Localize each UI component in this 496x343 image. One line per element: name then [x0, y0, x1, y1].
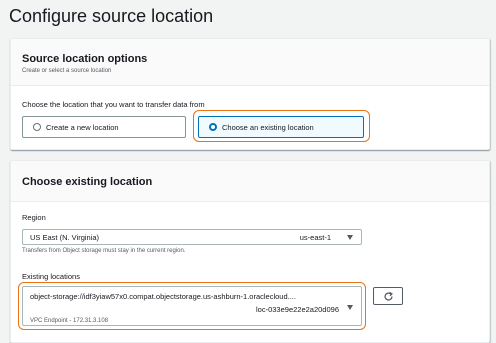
radio-unchecked-icon — [33, 123, 41, 131]
page-title: Configure source location — [9, 6, 214, 26]
vpc-endpoint: VPC Endpoint - 172.31.3.108 — [30, 318, 109, 324]
refresh-icon — [384, 291, 393, 301]
transfer-source-question: Choose the location that you want to tra… — [22, 100, 205, 109]
location-uri: object-storage://idf3yiaw57x0.compat.obj… — [30, 292, 296, 301]
caret-down-icon — [347, 305, 353, 310]
choose-existing-location-radio[interactable]: Choose an existing location — [198, 116, 364, 138]
radio-label: Choose an existing location — [222, 122, 314, 132]
caret-down-icon — [347, 235, 353, 240]
region-select[interactable]: US East (N. Virginia) us-east-1 — [22, 229, 362, 245]
radio-label: Create a new location — [46, 122, 119, 132]
panel-header: Choose existing location — [11, 161, 489, 202]
panel-header: Source location options Create or select… — [11, 39, 489, 86]
existing-locations-select[interactable]: object-storage://idf3yiaw57x0.compat.obj… — [22, 286, 362, 326]
refresh-button[interactable] — [373, 287, 403, 305]
panel-description: Create or select a source location — [22, 68, 112, 74]
create-new-location-radio[interactable]: Create a new location — [22, 116, 186, 138]
choose-existing-location-panel: Choose existing location Region US East … — [10, 160, 490, 343]
source-location-options-panel: Source location options Create or select… — [10, 38, 490, 150]
radio-checked-icon — [209, 123, 217, 131]
location-id: loc-033e9e22e2a20d096 — [256, 305, 339, 314]
region-value: US East (N. Virginia) — [30, 233, 100, 242]
region-label: Region — [22, 213, 46, 222]
region-hint: Transfers from Object storage must stay … — [22, 248, 186, 254]
region-code: us-east-1 — [299, 233, 331, 242]
existing-locations-label: Existing locations — [22, 272, 80, 281]
panel-title: Source location options — [22, 53, 148, 65]
panel-title: Choose existing location — [22, 176, 153, 188]
